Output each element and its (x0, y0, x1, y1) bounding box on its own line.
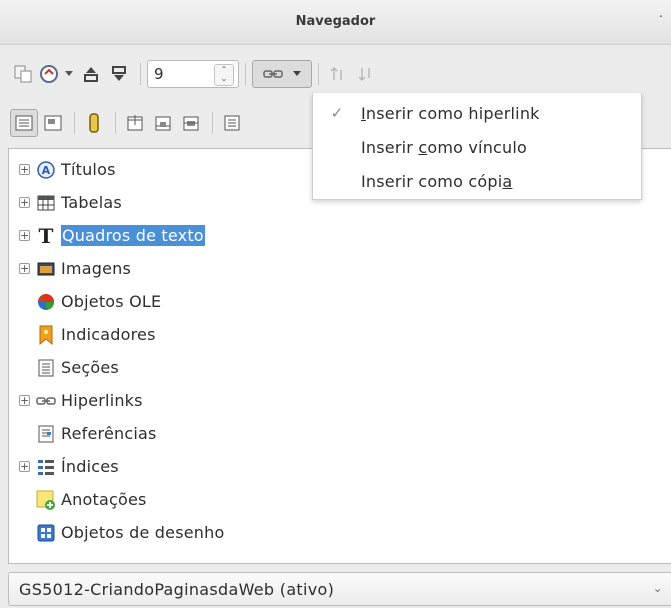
drag-mode-menu: ✓ Inserir como hiperlink Inserir como ví… (312, 93, 642, 200)
page-number-stepper[interactable]: 9 ⌃ ⌄ (147, 60, 239, 88)
tree-item-label: Tabelas (61, 193, 122, 212)
tree-item-ole-objects[interactable]: Objetos OLE (9, 285, 161, 318)
toolbar-separator (74, 112, 75, 134)
toolbar-separator (245, 63, 246, 85)
menu-item-insert-as-copy[interactable]: Inserir como cópia (313, 165, 641, 197)
toggle-icon[interactable] (10, 61, 36, 87)
toolbar-row-1: 9 ⌃ ⌄ (10, 60, 381, 88)
navigator-tree[interactable]: + A Títulos + Tabelas + T Quadros de tex… (8, 148, 671, 564)
svg-text:A: A (42, 164, 51, 177)
document-selector[interactable]: GS5012-CriandoPaginasdaWeb (ativo) ⌄ (8, 572, 671, 606)
expander-icon[interactable]: + (19, 197, 30, 208)
set-reminder-icon[interactable] (40, 110, 66, 136)
expander-icon[interactable]: + (19, 164, 30, 175)
tree-item-bookmarks[interactable]: Indicadores (9, 318, 156, 351)
window-menu-icon[interactable]: · (659, 10, 663, 25)
tree-item-label: Referências (61, 424, 157, 443)
next-object-icon[interactable] (106, 61, 132, 87)
page-number-value: 9 (154, 65, 164, 83)
tree-item-sections[interactable]: Seções (9, 351, 119, 384)
tree-item-label: Indicadores (61, 325, 156, 344)
toolbar-separator (115, 112, 116, 134)
menu-item-label: Inserir como hiperlink (361, 103, 540, 123)
toolbar-separator (140, 63, 141, 85)
tree-item-label: Objetos OLE (61, 292, 162, 311)
insert-middle-icon[interactable] (178, 110, 204, 136)
menu-item-label: Inserir como cópia (361, 171, 513, 191)
chevron-down-icon[interactable]: ⌄ (653, 581, 663, 595)
image-icon (36, 259, 56, 279)
menu-item-insert-as-hyperlink[interactable]: ✓ Inserir como hiperlink (313, 97, 641, 129)
expander-icon[interactable]: + (19, 461, 30, 472)
reference-icon (36, 424, 56, 444)
insert-below-icon[interactable] (150, 110, 176, 136)
tree-item-label: Títulos (61, 160, 116, 179)
content-view-icon[interactable] (10, 109, 38, 137)
navigation-dropdown-arrow-icon[interactable] (62, 61, 76, 87)
demote-chapter-icon (353, 61, 379, 87)
tree-item-comments[interactable]: Anotações (9, 483, 147, 516)
window-title: Navegador (295, 14, 376, 29)
title-bar: Navegador · (0, 0, 671, 45)
list-box-icon[interactable] (219, 110, 245, 136)
anchor-icon[interactable] (122, 110, 148, 136)
hyperlink-chain-icon (263, 70, 283, 78)
tree-item-images[interactable]: + Imagens (9, 252, 131, 285)
tree-item-hyperlinks[interactable]: + Hiperlinks (9, 384, 143, 417)
tree-item-label: Imagens (61, 259, 131, 278)
menu-item-insert-as-link[interactable]: Inserir como vínculo (313, 131, 641, 163)
tree-item-text-frames[interactable]: + T Quadros de texto (9, 219, 205, 252)
stepper-up-icon[interactable]: ⌃ (215, 65, 233, 74)
table-icon (36, 193, 56, 213)
promote-chapter-icon (325, 61, 351, 87)
section-icon (36, 358, 56, 378)
tree-item-label: Objetos de desenho (61, 523, 225, 542)
tree-item-references[interactable]: Referências (9, 417, 157, 450)
document-selector-value: GS5012-CriandoPaginasdaWeb (ativo) (19, 579, 335, 599)
toolbar-separator (318, 63, 319, 85)
toolbar-row-2 (10, 109, 247, 137)
tree-item-label: Seções (61, 358, 119, 377)
expander-icon[interactable]: + (19, 230, 30, 241)
tree-item-drawing-objects[interactable]: Objetos de desenho (9, 516, 224, 549)
expander-icon[interactable]: + (19, 395, 30, 406)
drag-mode-button[interactable] (252, 60, 312, 88)
svg-text:T: T (38, 226, 53, 246)
comment-icon (36, 490, 56, 510)
tree-item-label: Hiperlinks (61, 391, 143, 410)
bookmark-icon (36, 325, 56, 345)
hyperlink-icon (36, 391, 56, 411)
tree-item-indexes[interactable]: + Índices (9, 450, 119, 483)
ole-object-icon (36, 292, 56, 312)
tree-item-label: Anotações (61, 490, 147, 509)
previous-object-icon[interactable] (78, 61, 104, 87)
chevron-down-icon (293, 71, 301, 76)
drawing-object-icon (36, 523, 56, 543)
stepper-arrows[interactable]: ⌃ ⌄ (214, 64, 234, 86)
titles-icon: A (36, 160, 56, 180)
text-frame-icon: T (36, 226, 56, 246)
toolbar-separator (212, 112, 213, 134)
index-icon (36, 457, 56, 477)
tree-item-label: Índices (61, 457, 119, 476)
navigation-icon[interactable] (38, 61, 60, 87)
stepper-down-icon[interactable]: ⌄ (215, 74, 233, 83)
expander-icon[interactable]: + (19, 263, 30, 274)
checkmark-icon: ✓ (330, 104, 344, 122)
tree-item-tables[interactable]: + Tabelas (9, 186, 122, 219)
menu-item-label: Inserir como vínculo (361, 137, 528, 157)
tree-item-label: Quadros de texto (61, 225, 205, 246)
header-footer-icon[interactable] (81, 110, 107, 136)
tree-item-titles[interactable]: + A Títulos (9, 153, 116, 186)
